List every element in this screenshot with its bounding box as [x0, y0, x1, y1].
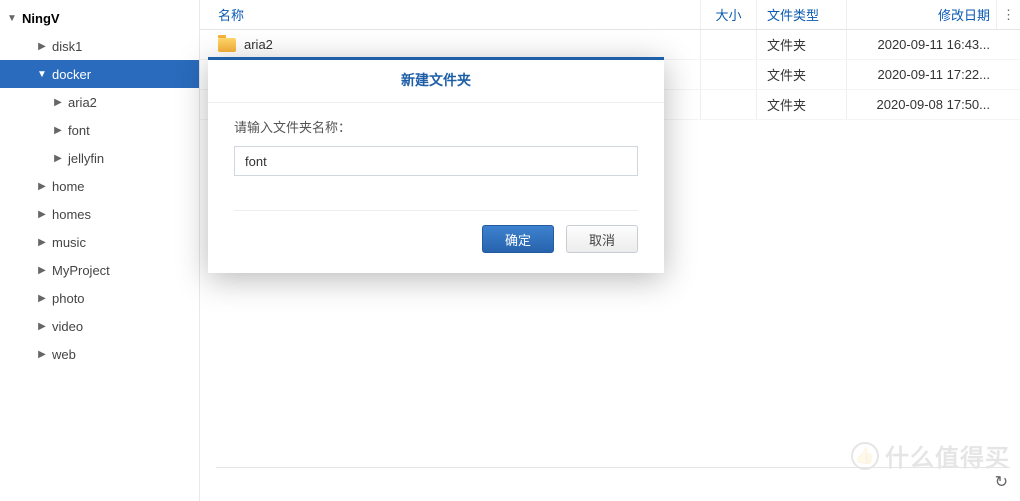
chevron-right-icon [50, 153, 66, 164]
sidebar-item-label: video [50, 319, 83, 334]
ok-button[interactable]: 确定 [482, 225, 554, 253]
sidebar-item-disk1[interactable]: disk1 [0, 32, 199, 60]
sidebar-item-home[interactable]: home [0, 172, 199, 200]
chevron-right-icon [34, 41, 50, 52]
chevron-down-icon [34, 69, 50, 80]
header-size[interactable]: 大小 [700, 0, 756, 29]
header-date[interactable]: 修改日期 [846, 0, 996, 29]
sidebar-item-label: MyProject [50, 263, 110, 278]
sidebar-item-label: home [50, 179, 85, 194]
tree-root-label: NingV [20, 11, 60, 26]
sidebar-item-label: font [66, 123, 90, 138]
chevron-right-icon [34, 321, 50, 332]
chevron-down-icon [4, 13, 20, 24]
cell-type: 文件夹 [756, 60, 846, 89]
thumb-icon: 👍 [851, 442, 879, 470]
table-row[interactable]: aria2 文件夹2020-09-11 16:43... [200, 30, 1020, 60]
sidebar-item-font[interactable]: font [0, 116, 199, 144]
folder-name-input[interactable] [234, 146, 638, 176]
sidebar-item-label: jellyfin [66, 151, 104, 166]
chevron-right-icon [34, 237, 50, 248]
sidebar-item-label: homes [50, 207, 91, 222]
sidebar-item-label: docker [50, 67, 91, 82]
cell-size [700, 90, 756, 119]
sidebar-item-aria2[interactable]: aria2 [0, 88, 199, 116]
chevron-right-icon [34, 181, 50, 192]
chevron-right-icon [50, 125, 66, 136]
cell-size [700, 30, 756, 59]
header-type[interactable]: 文件类型 [756, 0, 846, 29]
sidebar-item-label: photo [50, 291, 85, 306]
cell-type: 文件夹 [756, 90, 846, 119]
sidebar-item-web[interactable]: web [0, 340, 199, 368]
sidebar-item-label: aria2 [66, 95, 97, 110]
chevron-right-icon [34, 265, 50, 276]
chevron-right-icon [34, 209, 50, 220]
refresh-icon[interactable]: ↻ [995, 472, 1008, 492]
new-folder-dialog: 新建文件夹 请输入文件夹名称： 确定 取消 [208, 57, 664, 273]
table-header: 名称 大小 文件类型 修改日期 ⋮ [200, 0, 1020, 30]
sidebar-item-homes[interactable]: homes [0, 200, 199, 228]
cell-date: 2020-09-08 17:50... [846, 90, 996, 119]
tree-root[interactable]: NingV [0, 4, 199, 32]
more-icon[interactable]: ⋮ [996, 0, 1020, 29]
sidebar-item-docker[interactable]: docker [0, 60, 199, 88]
cell-size [700, 60, 756, 89]
chevron-right-icon [34, 293, 50, 304]
chevron-right-icon [34, 349, 50, 360]
header-name[interactable]: 名称 [200, 5, 700, 24]
cell-type: 文件夹 [756, 30, 846, 59]
cell-date: 2020-09-11 17:22... [846, 60, 996, 89]
sidebar-item-jellyfin[interactable]: jellyfin [0, 144, 199, 172]
folder-icon [218, 38, 236, 52]
sidebar-item-myproject[interactable]: MyProject [0, 256, 199, 284]
cell-date: 2020-09-11 16:43... [846, 30, 996, 59]
cancel-button[interactable]: 取消 [566, 225, 638, 253]
sidebar-item-label: web [50, 347, 76, 362]
chevron-right-icon [50, 97, 66, 108]
sidebar: NingV disk1 docker aria2 font jellyfin home ho… [0, 0, 200, 501]
sidebar-item-music[interactable]: music [0, 228, 199, 256]
sidebar-item-video[interactable]: video [0, 312, 199, 340]
sidebar-item-label: music [50, 235, 86, 250]
sidebar-item-label: disk1 [50, 39, 82, 54]
status-bar: ↻ [216, 467, 1010, 495]
cell-name: aria2 [200, 37, 700, 52]
sidebar-item-photo[interactable]: photo [0, 284, 199, 312]
dialog-label: 请输入文件夹名称： [234, 117, 638, 136]
dialog-title: 新建文件夹 [208, 60, 664, 103]
